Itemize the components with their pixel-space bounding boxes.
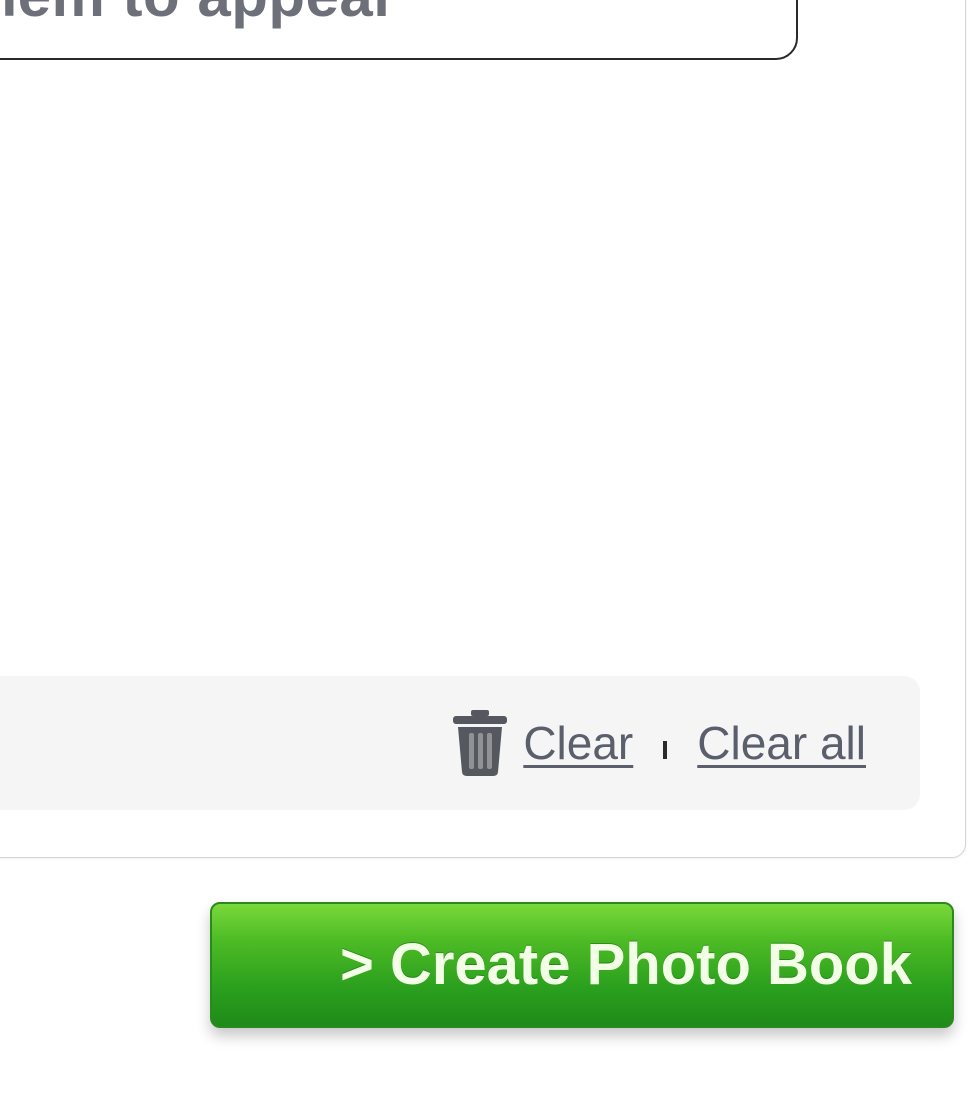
clear-link[interactable]: Clear — [523, 720, 633, 766]
clear-all-link[interactable]: Clear all — [697, 720, 866, 766]
page: them to appear Clear Clear all > Create … — [0, 0, 980, 1098]
trash-icon[interactable] — [449, 708, 511, 778]
create-photo-book-button[interactable]: > Create Photo Book — [210, 902, 954, 1028]
link-separator — [663, 741, 668, 759]
create-photo-book-label: > Create Photo Book — [339, 932, 912, 997]
drop-zone-instruction: them to appear — [0, 0, 397, 26]
toolbar-actions: Clear Clear all — [449, 708, 866, 778]
